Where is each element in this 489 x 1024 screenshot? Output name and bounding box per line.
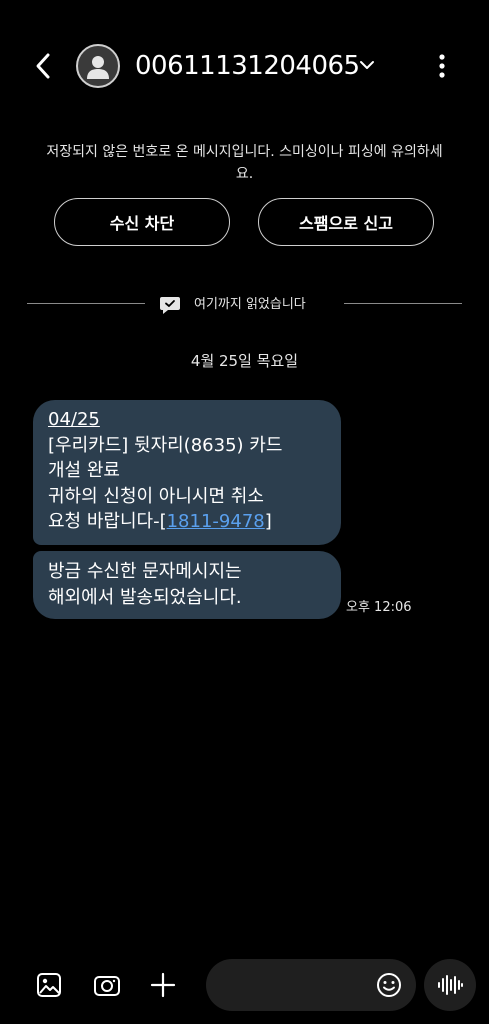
message-line: 개설 완료 (48, 460, 120, 481)
message-line: 귀하의 신청이 아니시면 취소 (48, 485, 264, 507)
message-line: [우리카드] 뒷자리(8635) 카드 (48, 434, 283, 456)
message-text: 요청 바랍니다-[ (48, 511, 167, 532)
back-button[interactable] (26, 46, 60, 86)
divider-line-right (344, 303, 462, 304)
contact-number[interactable]: 00611131204065 (135, 48, 360, 84)
voice-input-button[interactable] (424, 959, 476, 1011)
message-input[interactable] (224, 959, 378, 1013)
chat-check-icon (159, 295, 181, 315)
date-separator: 4월 25일 목요일 (190, 352, 299, 370)
more-vertical-icon (439, 54, 445, 78)
message-text: ] (264, 511, 272, 532)
report-spam-button[interactable]: 스팸으로 신고 (258, 198, 434, 246)
message-bubble[interactable]: 04/25 [우리카드] 뒷자리(8635) 카드 개설 완료 귀하의 신청이 … (33, 400, 341, 545)
chevron-down-icon (360, 61, 374, 69)
back-arrow-icon (36, 53, 50, 79)
contact-avatar[interactable] (76, 44, 120, 88)
gallery-button[interactable] (31, 966, 67, 1004)
message-line: 해외에서 발송되었습니다. (48, 586, 242, 608)
message-input-container (206, 959, 416, 1013)
read-divider-label: 여기까지 읽었습니다 (194, 297, 306, 312)
block-number-button[interactable]: 수신 차단 (54, 198, 230, 246)
add-attachment-button[interactable] (145, 966, 181, 1004)
camera-icon (94, 976, 120, 996)
gallery-icon (37, 973, 61, 997)
message-line: 요청 바랍니다-[1811-9478] (48, 509, 327, 535)
camera-button[interactable] (89, 966, 125, 1004)
unknown-sender-warning: 저장되지 않은 번호로 온 메시지입니다. 스미싱이나 피싱에 유의하세요. (46, 144, 443, 182)
plus-icon (150, 972, 176, 998)
emoji-button[interactable] (374, 970, 404, 1000)
contact-dropdown[interactable] (356, 54, 378, 76)
phone-link[interactable]: 1811-9478 (167, 511, 265, 532)
person-icon (87, 56, 109, 79)
divider-line-left (27, 303, 145, 304)
message-bubble[interactable]: 방금 수신한 문자메시지는 해외에서 발송되었습니다. (33, 551, 341, 619)
message-line: 방금 수신한 문자메시지는 (48, 561, 242, 582)
voice-wave-icon (438, 975, 463, 995)
message-line: 04/25 (48, 409, 100, 430)
message-timestamp: 오후 12:06 (346, 600, 412, 615)
more-options-button[interactable] (428, 50, 456, 82)
emoji-icon (377, 973, 401, 997)
